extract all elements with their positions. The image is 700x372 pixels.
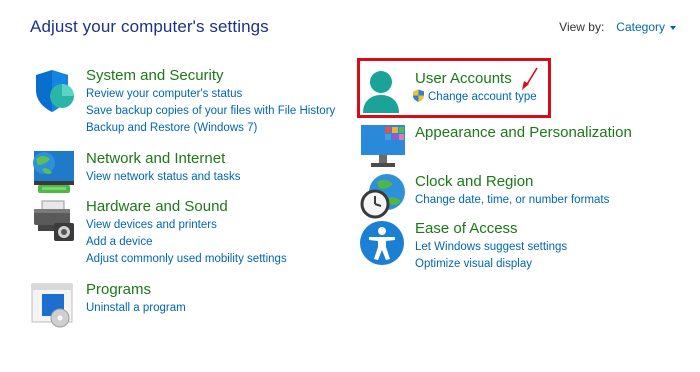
category-title[interactable]: Appearance and Personalization xyxy=(415,123,632,143)
link-file-history[interactable]: Save backup copies of your files with Fi… xyxy=(86,103,335,120)
printer-icon[interactable] xyxy=(30,197,78,245)
link-date-time-formats[interactable]: Change date, time, or number formats xyxy=(415,192,609,209)
link-backup-restore[interactable]: Backup and Restore (Windows 7) xyxy=(86,120,335,137)
link-optimize-display[interactable]: Optimize visual display xyxy=(415,256,567,273)
view-by-dropdown[interactable]: Category xyxy=(616,20,676,34)
arrow-annotation-icon xyxy=(522,67,538,90)
link-mobility-settings[interactable]: Adjust commonly used mobility settings xyxy=(86,251,287,268)
link-uninstall-program[interactable]: Uninstall a program xyxy=(86,300,186,317)
link-devices-printers[interactable]: View devices and printers xyxy=(86,217,287,234)
accessibility-icon[interactable] xyxy=(359,219,407,267)
link-review-status[interactable]: Review your computer's status xyxy=(86,86,335,103)
page-title: Adjust your computer's settings xyxy=(30,17,269,36)
programs-icon[interactable] xyxy=(30,280,78,328)
category-title[interactable]: Hardware and Sound xyxy=(86,197,287,217)
shield-icon[interactable] xyxy=(30,66,78,114)
view-by-value: Category xyxy=(616,20,665,34)
link-add-device[interactable]: Add a device xyxy=(86,234,287,251)
category-title[interactable]: Clock and Region xyxy=(415,172,609,192)
chevron-down-icon xyxy=(670,25,676,30)
monitor-icon[interactable] xyxy=(359,123,407,171)
link-windows-suggest[interactable]: Let Windows suggest settings xyxy=(415,239,567,256)
category-title[interactable]: System and Security xyxy=(86,66,335,86)
globe-network-icon[interactable] xyxy=(30,149,78,197)
link-network-status[interactable]: View network status and tasks xyxy=(86,169,240,186)
category-title[interactable]: Network and Internet xyxy=(86,149,240,169)
category-title[interactable]: Ease of Access xyxy=(415,219,567,239)
view-by-label: View by: xyxy=(559,20,605,34)
view-by: View by: Category xyxy=(559,20,676,34)
clock-globe-icon[interactable] xyxy=(359,172,407,220)
category-title[interactable]: Programs xyxy=(86,280,186,300)
